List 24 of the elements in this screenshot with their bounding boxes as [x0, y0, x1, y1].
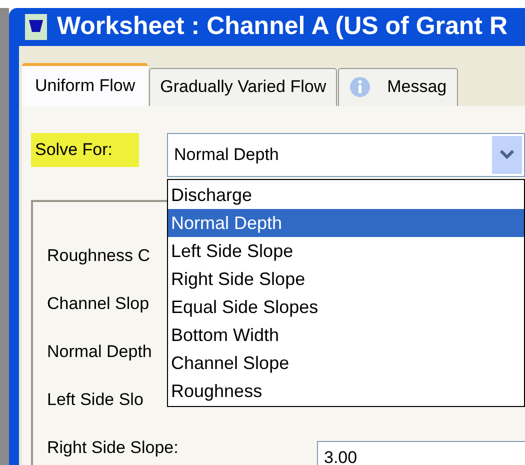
dropdown-option[interactable]: Right Side Slope [168, 264, 524, 292]
field-label: Roughness C [47, 244, 150, 267]
dropdown-option[interactable]: Normal Depth [168, 208, 524, 236]
solve-for-dropdown[interactable]: Normal Depth [167, 132, 525, 176]
window-title: Worksheet : Channel A (US of Grant R [57, 11, 508, 42]
dropdown-arrow-button[interactable] [492, 136, 522, 174]
field-label: Left Side Slo [47, 388, 144, 411]
tab[interactable]: Gradually Varied Flow [149, 68, 338, 106]
dropdown-option[interactable]: Equal Side Slopes [168, 292, 524, 320]
info-icon [349, 76, 372, 98]
chevron-down-icon [500, 150, 514, 159]
field-label: Channel Slop [47, 292, 150, 315]
tab[interactable]: Uniform Flow [22, 62, 148, 106]
dropdown-option[interactable]: Discharge [168, 180, 524, 208]
field-label: Normal Depth [47, 340, 152, 363]
solve-for-label: Solve For: [31, 132, 139, 166]
field-label: Right Side Slope: [47, 436, 178, 459]
dropdown-option[interactable]: Bottom Width [168, 320, 524, 348]
app-icon [25, 14, 47, 40]
dropdown-option[interactable]: Roughness [168, 376, 524, 404]
value-field[interactable]: 3.00 [317, 440, 525, 465]
dropdown-option[interactable]: Channel Slope [168, 348, 524, 376]
dropdown-option[interactable]: Left Side Slope [168, 236, 524, 264]
tab[interactable]: Messag [338, 68, 458, 106]
